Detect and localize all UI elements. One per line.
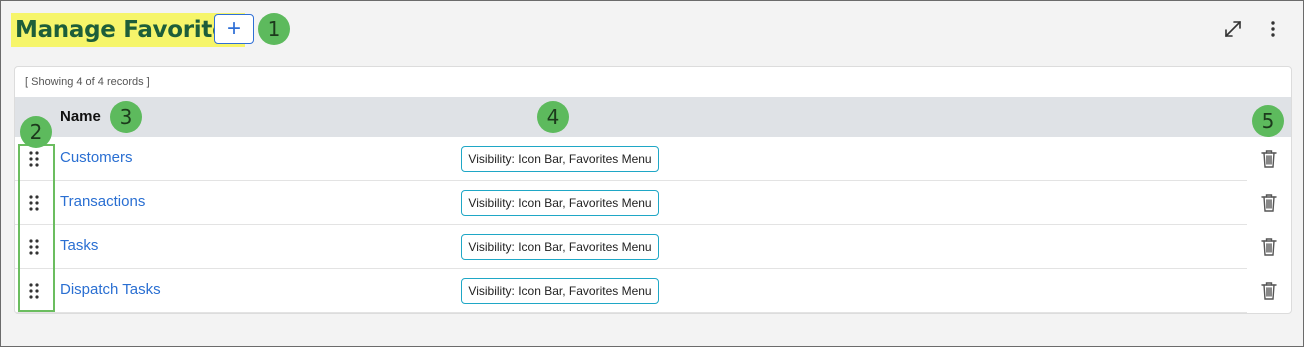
table-row: Customers Visibility: Icon Bar, Favorite…: [15, 137, 1277, 181]
callout-4: 4: [537, 101, 569, 133]
favorite-link[interactable]: Customers: [60, 149, 133, 166]
callout-2: 2: [20, 116, 52, 148]
visibility-chip[interactable]: Visibility: Icon Bar, Favorites Menu: [461, 190, 659, 216]
trash-icon[interactable]: [1260, 193, 1278, 213]
table-header: Name 3 4 5: [15, 97, 1291, 137]
callout-5: 5: [1252, 105, 1284, 137]
table-row: Transactions Visibility: Icon Bar, Favor…: [15, 181, 1277, 225]
visibility-chip[interactable]: Visibility: Icon Bar, Favorites Menu: [461, 234, 659, 260]
favorite-link[interactable]: Tasks: [60, 237, 98, 254]
favorite-link[interactable]: Dispatch Tasks: [60, 281, 161, 298]
visibility-chip[interactable]: Visibility: Icon Bar, Favorites Menu: [461, 278, 659, 304]
kebab-menu-icon[interactable]: [1263, 17, 1283, 41]
column-header-name[interactable]: Name: [60, 108, 101, 125]
callout-3: 3: [110, 101, 142, 133]
records-count: [ Showing 4 of 4 records ]: [25, 76, 150, 88]
trash-icon[interactable]: [1260, 281, 1278, 301]
callout-1: 1: [258, 13, 290, 45]
add-favorite-button[interactable]: +: [214, 14, 254, 44]
trash-icon[interactable]: [1260, 149, 1278, 169]
drag-column-highlight: [18, 144, 55, 312]
page-title: Manage Favorites: [11, 13, 245, 47]
table-row: Tasks Visibility: Icon Bar, Favorites Me…: [15, 225, 1277, 269]
expand-icon[interactable]: [1221, 17, 1245, 41]
favorite-link[interactable]: Transactions: [60, 193, 145, 210]
manage-favorites-window: Manage Favorites + 1 [ Showing 4 of 4 re…: [0, 0, 1304, 347]
visibility-chip[interactable]: Visibility: Icon Bar, Favorites Menu: [461, 146, 659, 172]
table-row: Dispatch Tasks Visibility: Icon Bar, Fav…: [15, 269, 1277, 313]
favorites-table-panel: [ Showing 4 of 4 records ] Name 3 4 5 Cu…: [14, 66, 1292, 314]
plus-icon: +: [226, 15, 241, 42]
trash-icon[interactable]: [1260, 237, 1278, 257]
